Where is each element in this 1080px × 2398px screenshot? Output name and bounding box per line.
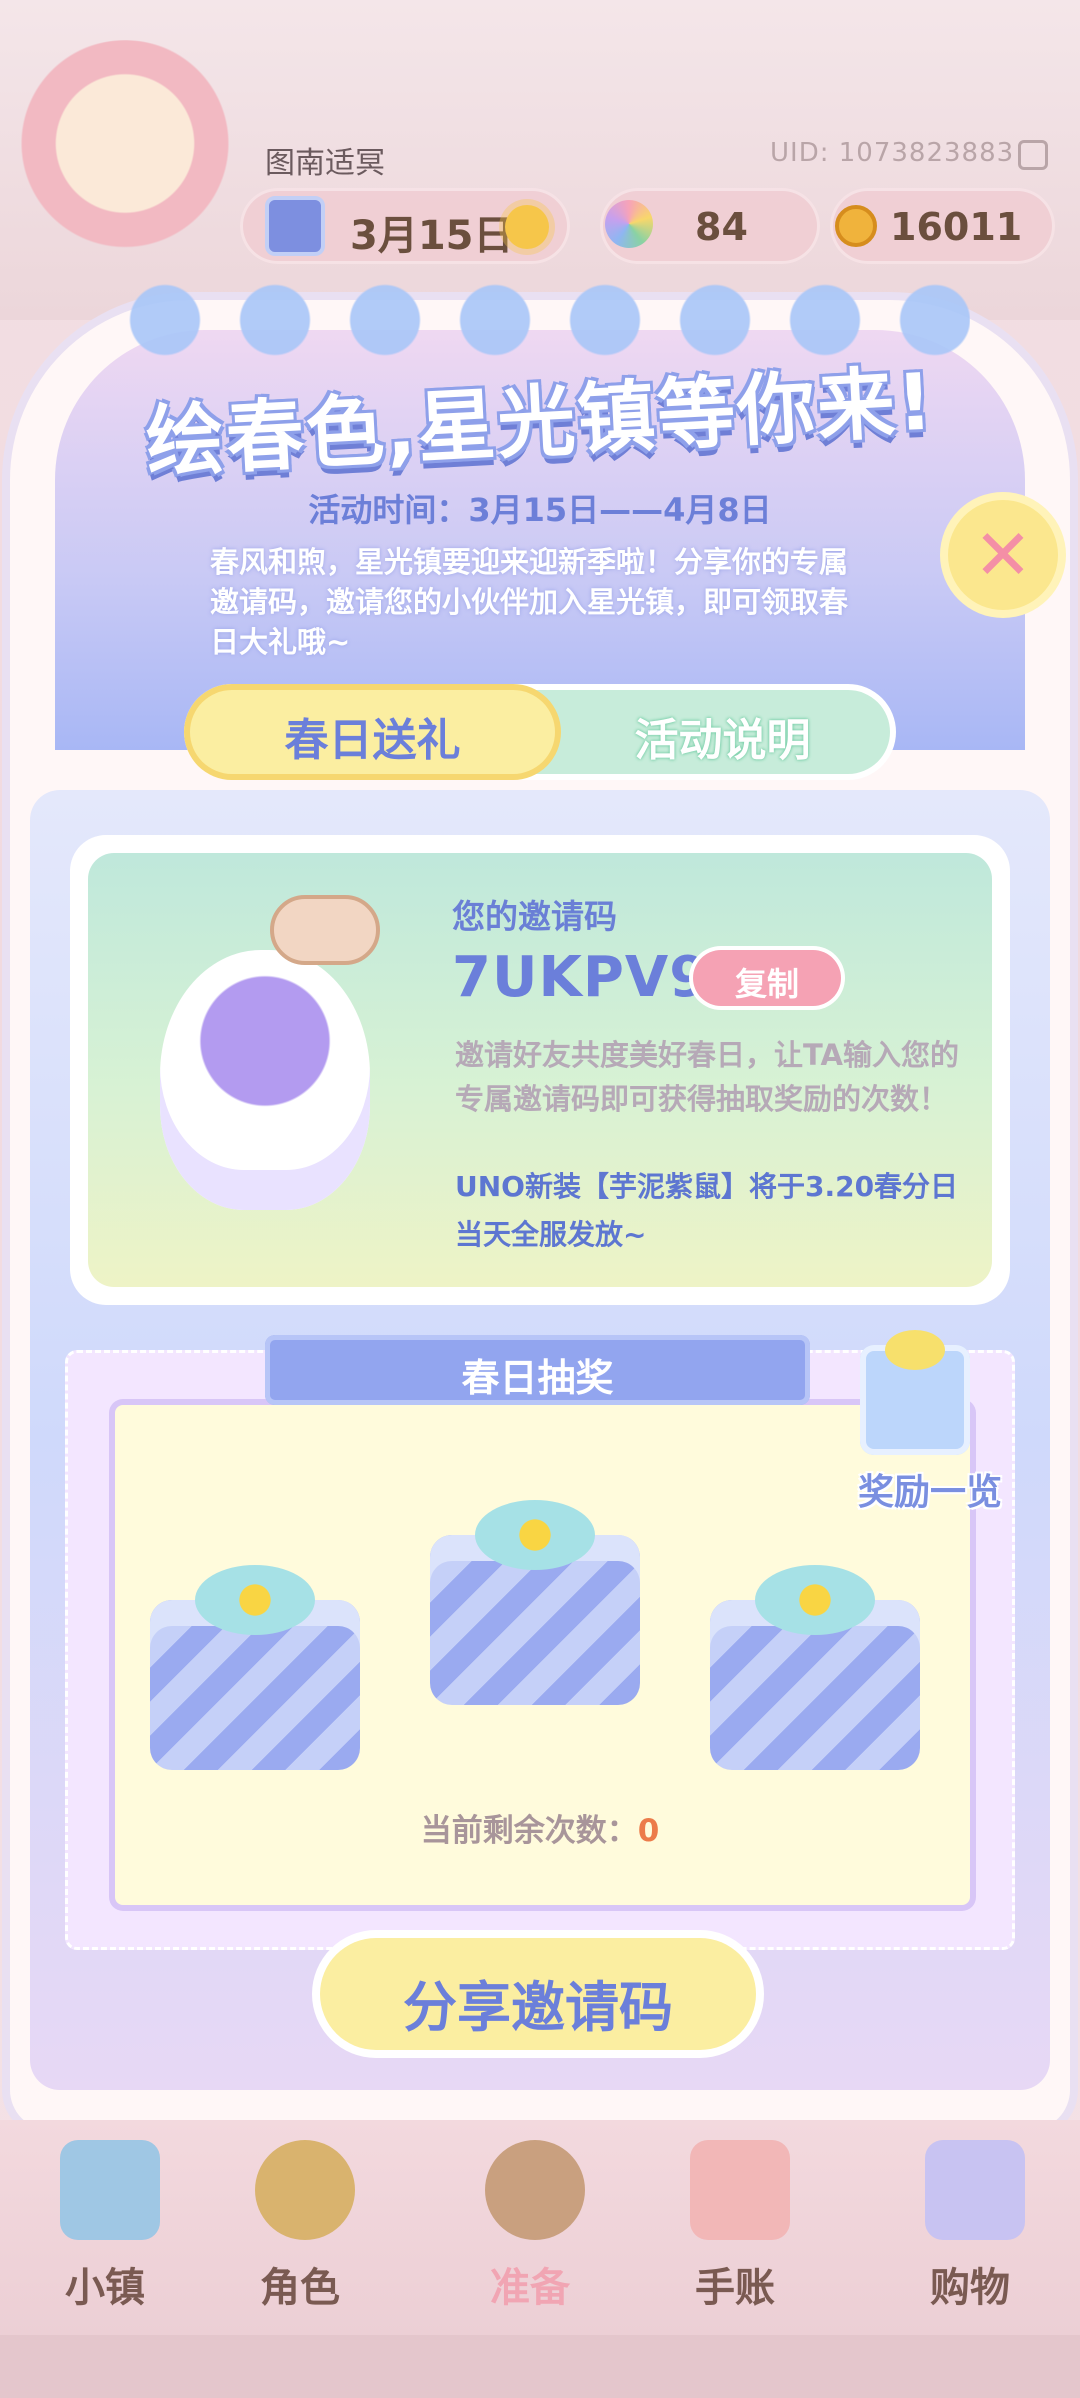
uno-note: UNO新装【芋泥紫鼠】将于3.20春分日当天全服发放~	[455, 1170, 959, 1251]
uid-text: UID: 1073823883	[770, 138, 1015, 168]
hamster-character-image	[160, 950, 370, 1210]
copy-button-label: 复制	[734, 965, 799, 1003]
copy-button[interactable]: 复制	[693, 950, 841, 1006]
gift-bow-icon	[475, 1500, 595, 1570]
remaining-count: 0	[637, 1813, 660, 1849]
nav-journal-label: 手账	[695, 2265, 775, 2311]
nav-town-label: 小镇	[65, 2265, 145, 2311]
player-avatar[interactable]	[10, 40, 240, 270]
share-invite-label: 分享邀请码	[403, 1976, 673, 2039]
wardrobe-icon	[485, 2140, 585, 2240]
event-time: 活动时间：3月15日——4月8日	[308, 491, 772, 529]
nav-shop[interactable]: 购物	[895, 2130, 1045, 2330]
remaining-label: 当前剩余次数：	[420, 1813, 638, 1849]
nav-character[interactable]: 角色	[225, 2130, 375, 2330]
invite-description: 邀请好友共度美好春日，让TA输入您的专属邀请码即可获得抽取奖励的次数！	[455, 1038, 959, 1116]
event-intro: 春风和煦，星光镇要迎来迎新季啦！分享你的专属邀请码，邀请您的小伙伴加入星光镇，即…	[210, 545, 849, 659]
copy-uid-icon[interactable]	[1018, 140, 1048, 170]
character-icon	[255, 2140, 355, 2240]
current-date: 3月15日	[350, 213, 514, 259]
nav-character-label: 角色	[260, 2265, 340, 2311]
shopping-bag-icon	[925, 2140, 1025, 2240]
coin-count: 16011	[890, 205, 1023, 249]
player-name: 图南适冥	[265, 146, 385, 181]
nav-prepare[interactable]: 准备	[455, 2130, 605, 2330]
invite-code: 7UKPV9	[452, 945, 710, 1010]
character-badge-icon	[270, 895, 380, 965]
gift-bow-icon	[195, 1565, 315, 1635]
lottery-title-ribbon: 春日抽奖	[265, 1335, 810, 1405]
nav-prepare-label: 准备	[490, 2265, 570, 2311]
coin-icon	[835, 205, 877, 247]
bottom-strip	[0, 2335, 1080, 2398]
reward-bow-icon	[885, 1330, 945, 1370]
calendar-icon	[265, 196, 325, 256]
reward-list-button[interactable]: 奖励一览	[840, 1463, 1020, 1515]
share-invite-button[interactable]: 分享邀请码	[320, 1938, 756, 2050]
lottery-title: 春日抽奖	[461, 1356, 614, 1400]
close-icon: ✕	[973, 514, 1033, 596]
journal-icon	[690, 2140, 790, 2240]
nav-shop-label: 购物	[930, 2265, 1010, 2311]
invite-code-label: 您的邀请码	[452, 897, 617, 936]
tab-spring-gifts[interactable]: 春日送礼	[190, 704, 555, 768]
sun-weather-icon	[505, 205, 549, 249]
map-icon	[60, 2140, 160, 2240]
star-currency-count: 84	[695, 205, 748, 249]
nav-town[interactable]: 小镇	[30, 2130, 180, 2330]
close-button[interactable]: ✕	[948, 500, 1058, 610]
remaining-draws: 当前剩余次数：0	[0, 1805, 1080, 1850]
rainbow-flower-icon	[605, 200, 653, 248]
nav-journal[interactable]: 手账	[660, 2130, 810, 2330]
tab-event-info[interactable]: 活动说明	[555, 704, 890, 768]
gift-bow-icon	[755, 1565, 875, 1635]
